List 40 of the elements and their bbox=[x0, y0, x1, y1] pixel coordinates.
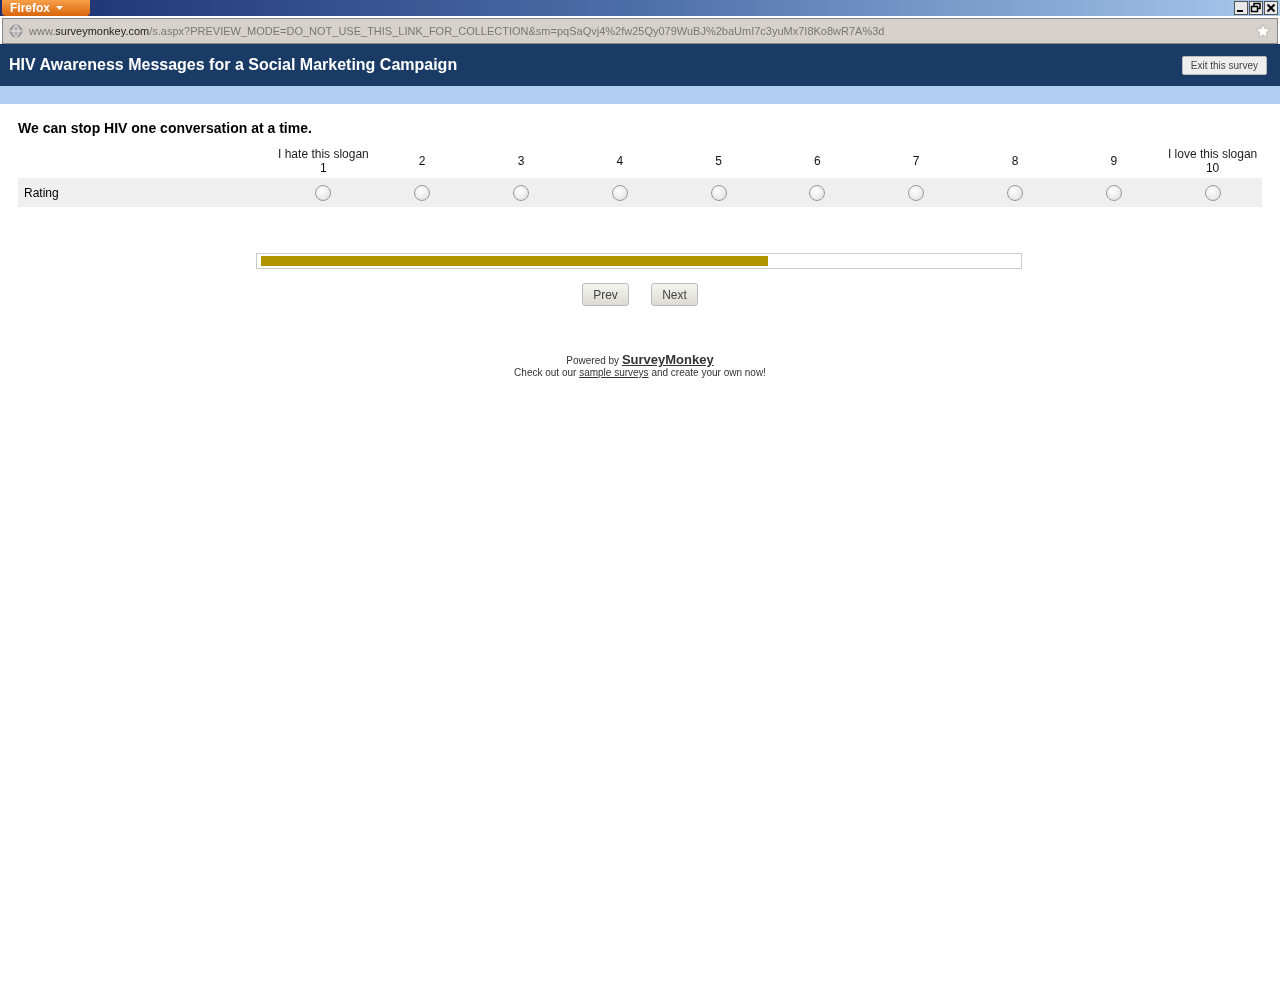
row-label: Rating bbox=[24, 185, 59, 200]
footer-text: Check out our sample surveys and create your own now! bbox=[513, 367, 767, 378]
prev-button[interactable]: Prev bbox=[582, 283, 629, 306]
scale-number: 8 bbox=[1011, 154, 1019, 168]
scale-number: 4 bbox=[616, 154, 624, 168]
scale-number: 2 bbox=[418, 154, 426, 168]
scale-number: 9 bbox=[1110, 154, 1118, 168]
powered-by-text: Powered by bbox=[566, 355, 620, 366]
scale-caption: I hate this slogan bbox=[278, 147, 369, 161]
scale-number: 6 bbox=[814, 154, 821, 168]
minimize-icon[interactable] bbox=[1234, 1, 1248, 15]
radio-button[interactable] bbox=[414, 184, 431, 201]
scale-number: 3 bbox=[517, 154, 525, 168]
radio-button[interactable] bbox=[513, 184, 529, 201]
scale-number: 10 bbox=[1205, 161, 1220, 175]
scale-caption: I love this slogan bbox=[1167, 147, 1258, 161]
url-text: www.surveymonkey.com/s.aspx?PREVIEW_MODE=DO_NOT_USE_THIS_LINK_FOR_COLLECTION&sm=pqSaQvj4%2fw25Qy079WuBJ%2baUmI7c3yuMx7I8Ko8wR7A%3d bbox=[29, 25, 886, 37]
caret-icon bbox=[56, 6, 63, 10]
globe-icon bbox=[9, 24, 23, 38]
radio-button[interactable] bbox=[710, 184, 727, 201]
radio-button[interactable] bbox=[809, 184, 826, 201]
survey-title: HIV Awareness Messages for a Social Marketing Campaign bbox=[9, 56, 458, 74]
scale-number: 5 bbox=[715, 154, 722, 168]
sample-surveys-link[interactable]: sample surveys bbox=[579, 367, 649, 378]
scale-number: 1 bbox=[320, 161, 327, 175]
exit-survey-button[interactable]: Exit this survey bbox=[1181, 55, 1267, 75]
close-icon[interactable] bbox=[1264, 1, 1278, 15]
radio-button[interactable] bbox=[611, 184, 628, 201]
radio-button[interactable] bbox=[315, 184, 332, 201]
star-icon[interactable] bbox=[1255, 23, 1271, 39]
address-bar[interactable]: www.surveymonkey.com/s.aspx?PREVIEW_MODE=DO_NOT_USE_THIS_LINK_FOR_COLLECTION&sm=pqSaQvj4%2fw25Qy079WuBJ%2baUmI7c3yuMx7I8Ko8wR7A%3d bbox=[2, 18, 1278, 44]
brand-link[interactable]: SurveyMonkey bbox=[621, 352, 714, 367]
radio-button[interactable] bbox=[1006, 184, 1023, 201]
radio-button[interactable] bbox=[908, 184, 925, 201]
next-button[interactable]: Next bbox=[651, 283, 698, 306]
question-text: We can stop HIV one conversation at a time. bbox=[18, 120, 313, 136]
restore-icon[interactable] bbox=[1249, 1, 1263, 15]
radio-button[interactable] bbox=[1204, 184, 1221, 201]
scale-number: 7 bbox=[912, 154, 920, 168]
radio-button[interactable] bbox=[1105, 184, 1122, 201]
